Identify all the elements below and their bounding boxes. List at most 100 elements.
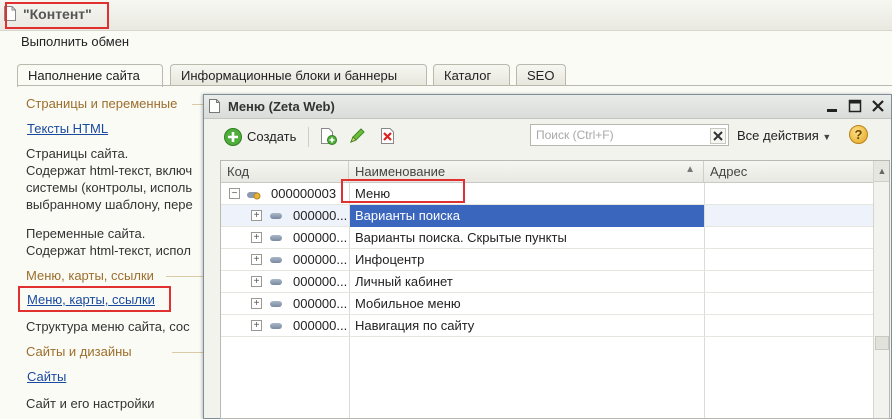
expand-icon[interactable]: + bbox=[251, 254, 262, 265]
all-actions-label: Все действия bbox=[737, 128, 819, 143]
document-icon bbox=[209, 99, 220, 113]
sort-icon: ▲ bbox=[685, 164, 695, 175]
table-row[interactable]: + 000000... Навигация по сайту bbox=[221, 315, 873, 337]
column-divider bbox=[704, 205, 705, 226]
highlight-box-title bbox=[5, 2, 109, 29]
link-sites[interactable]: Сайты bbox=[27, 369, 66, 384]
search-clear-button[interactable] bbox=[710, 128, 726, 144]
expand-icon[interactable]: + bbox=[251, 276, 262, 287]
help-button[interactable]: ? bbox=[849, 125, 868, 144]
search-input[interactable]: Поиск (Ctrl+F) bbox=[530, 124, 729, 146]
link-html-texts[interactable]: Тексты HTML bbox=[27, 121, 108, 136]
cell-address bbox=[710, 205, 870, 227]
group-divider bbox=[166, 276, 203, 277]
group-title-pages: Страницы и переменные bbox=[26, 96, 178, 111]
expand-icon[interactable]: + bbox=[251, 210, 262, 221]
scroll-thumb[interactable] bbox=[875, 336, 889, 350]
tab-seo[interactable]: SEO bbox=[516, 64, 566, 86]
tab-divider bbox=[17, 85, 892, 86]
column-divider bbox=[704, 271, 705, 292]
tab-catalog[interactable]: Каталог bbox=[433, 64, 510, 86]
vertical-scrollbar[interactable]: ▲ bbox=[873, 161, 889, 418]
cell-code: 000000... bbox=[293, 274, 348, 289]
cell-name: Мобильное меню bbox=[355, 296, 461, 311]
copy-button[interactable] bbox=[318, 126, 338, 146]
table-row[interactable]: + 000000... Варианты поиска. Скрытые пун… bbox=[221, 227, 873, 249]
create-button[interactable]: Создать bbox=[247, 129, 296, 144]
tab-site-content[interactable]: Наполнение сайта bbox=[17, 64, 163, 87]
column-divider bbox=[349, 271, 350, 292]
delete-icon bbox=[381, 128, 394, 144]
cell-code: 000000... bbox=[293, 296, 348, 311]
record-icon bbox=[270, 213, 282, 219]
text-line: Содержат html-текст, включ bbox=[26, 163, 193, 178]
chevron-down-icon: ▼ bbox=[822, 132, 832, 142]
modal-title: Меню (Zeta Web) bbox=[228, 99, 335, 114]
minimize-icon bbox=[827, 109, 837, 112]
cell-address bbox=[710, 271, 870, 293]
all-actions-menu[interactable]: Все действия ▼ bbox=[737, 128, 831, 143]
column-address[interactable]: Адрес bbox=[704, 161, 873, 183]
cell-code: 000000... bbox=[293, 230, 348, 245]
sites-description: Сайт и его настройки bbox=[26, 396, 155, 411]
tab-info-blocks[interactable]: Информационные блоки и баннеры bbox=[170, 64, 427, 86]
text-line: Страницы сайта. bbox=[26, 146, 129, 161]
column-divider bbox=[349, 249, 350, 270]
column-divider bbox=[704, 337, 705, 418]
collapse-icon[interactable]: − bbox=[229, 188, 240, 199]
maximize-button[interactable] bbox=[846, 97, 864, 115]
highlight-box-menus-link bbox=[18, 286, 171, 312]
highlight-box-menu-cell bbox=[341, 179, 465, 203]
pencil-icon bbox=[350, 128, 365, 143]
cell-name: Варианты поиска. Скрытые пункты bbox=[355, 230, 567, 245]
record-icon bbox=[270, 257, 282, 263]
table-row[interactable]: − 000000003 Меню bbox=[221, 183, 873, 205]
table-row[interactable]: + 000000... Личный кабинет bbox=[221, 271, 873, 293]
expand-icon[interactable]: + bbox=[251, 320, 262, 331]
cell-name: Варианты поиска bbox=[350, 205, 704, 227]
column-divider bbox=[704, 249, 705, 270]
copy-icon bbox=[321, 128, 337, 145]
record-icon bbox=[270, 279, 282, 285]
text-line: выбранному шаблону, пере bbox=[26, 197, 193, 212]
close-button[interactable] bbox=[869, 97, 887, 115]
cell-address bbox=[710, 249, 870, 271]
minimize-button[interactable] bbox=[823, 97, 841, 115]
plus-circle-icon bbox=[224, 128, 242, 146]
cell-code: 000000... bbox=[293, 318, 348, 333]
column-code[interactable]: Код bbox=[221, 161, 349, 183]
delete-button[interactable] bbox=[378, 126, 398, 146]
expand-icon[interactable]: + bbox=[251, 298, 262, 309]
toolbar-separator bbox=[308, 127, 309, 147]
column-divider bbox=[349, 227, 350, 248]
column-divider bbox=[349, 315, 350, 336]
variables-description: Переменные сайта. Содержат html-текст, и… bbox=[26, 225, 191, 259]
close-icon bbox=[713, 131, 723, 141]
table-row[interactable]: + 000000... Мобильное меню bbox=[221, 293, 873, 315]
group-folder-icon bbox=[247, 192, 261, 200]
edit-button[interactable] bbox=[347, 126, 367, 146]
exchange-button[interactable]: Выполнить обмен bbox=[21, 34, 129, 49]
text-line: Переменные сайта. bbox=[26, 226, 146, 241]
cell-name: Личный кабинет bbox=[355, 274, 453, 289]
column-divider bbox=[704, 293, 705, 314]
toolbar: Создать Поиск (Ctrl+F) Все действия ▼ ? bbox=[204, 120, 891, 154]
scroll-up-icon[interactable]: ▲ bbox=[874, 161, 889, 182]
column-divider bbox=[349, 293, 350, 314]
cell-address bbox=[710, 315, 870, 337]
column-name-label: Наименование bbox=[355, 164, 446, 179]
expand-icon[interactable]: + bbox=[251, 232, 262, 243]
record-icon bbox=[270, 301, 282, 307]
menu-table: Код Наименование ▲ Адрес − 000000003 Мен… bbox=[220, 160, 890, 419]
cell-address bbox=[710, 183, 870, 205]
group-title-menus: Меню, карты, ссылки bbox=[26, 268, 154, 283]
close-icon bbox=[872, 100, 884, 112]
modal-title-bar[interactable]: Меню (Zeta Web) bbox=[204, 95, 891, 119]
table-row[interactable]: + 000000... Инфоцентр bbox=[221, 249, 873, 271]
record-icon bbox=[270, 235, 282, 241]
create-icon-wrap[interactable] bbox=[223, 127, 243, 147]
column-divider bbox=[349, 337, 350, 418]
table-row[interactable]: + 000000... Варианты поиска bbox=[221, 205, 873, 227]
group-title-sites: Сайты и дизайны bbox=[26, 344, 132, 359]
cell-address bbox=[710, 293, 870, 315]
